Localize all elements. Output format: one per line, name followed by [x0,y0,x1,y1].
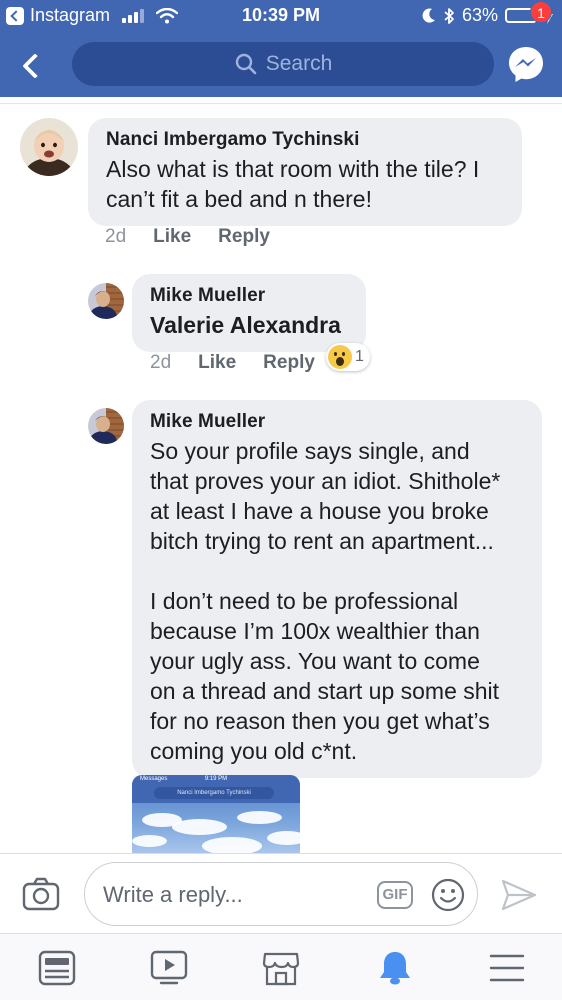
comment-line: can’t fit a bed and n there! [106,186,372,212]
comment-line: that proves your an idiot. Shithole* [150,468,501,494]
comment-bubble[interactable]: Mike Mueller Valerie Alexandra [132,274,366,352]
gif-button[interactable]: GIF [377,881,413,909]
send-icon[interactable] [500,878,538,912]
comment-line: because I’m 100x wealthier than [150,618,480,644]
comment-actions: 2d Like Reply [150,352,342,374]
comment-line: coming you old c*nt. [150,738,358,764]
comment-timestamp: 2d [105,226,127,247]
watch-icon[interactable] [150,950,188,986]
nav-row: Search [0,36,562,94]
comment-line: at least I have a house you broke [150,498,489,524]
moon-icon [422,8,435,23]
comment-author[interactable]: Mike Mueller [150,285,348,307]
reply-composer: Write a reply... GIF [0,853,562,933]
avatar[interactable] [20,118,78,176]
comment-text: Also what is that room with the tile? I … [106,154,504,214]
reaction-summary[interactable]: 1 [326,343,370,371]
comment-text: So your profile says single, and that pr… [150,436,524,766]
emoji-icon[interactable] [431,878,465,912]
camera-icon[interactable] [22,876,60,912]
comment-line: for no reason then you get what’s [150,708,490,734]
wow-reaction-icon [328,345,352,369]
tab-bar [0,933,562,1000]
notifications-icon[interactable] [376,950,414,986]
back-button[interactable] [18,50,48,80]
search-placeholder: Search [265,52,333,75]
comment-line: bitch trying to rent an apartment... [150,528,494,554]
comment-line [150,556,524,586]
reply-button[interactable]: Reply [218,226,270,248]
comment-bubble[interactable]: Nanci Imbergamo Tychinski Also what is t… [88,118,522,226]
marketplace-icon[interactable] [262,950,300,986]
comment-author[interactable]: Nanci Imbergamo Tychinski [106,129,504,151]
tagged-user[interactable]: Valerie Alexandra [150,310,348,340]
messenger-icon[interactable] [506,44,546,84]
menu-icon[interactable] [488,950,526,986]
top-bar: Instagram 10:39 PM 63% Search [0,0,562,97]
like-button[interactable]: Like [153,226,191,248]
reply-input[interactable]: Write a reply... GIF [84,862,478,926]
comment-timestamp: 2d [150,352,172,373]
status-bar: Instagram 10:39 PM 63% [0,0,562,32]
search-input[interactable]: Search [72,42,494,86]
attachment-status-time: 9:19 PM [204,776,228,782]
bluetooth-icon [444,7,454,24]
reply-button[interactable]: Reply [263,352,315,374]
messenger-badge: 1 [530,1,552,23]
battery-percent: 63% [461,5,498,25]
attachment-search: Nanci Imbergamo Tychinski [154,787,274,799]
comment-line: on a thread and start up some shit [150,678,500,704]
reaction-count: 1 [355,348,364,365]
attached-screenshot[interactable]: Messages 9:19 PM Nanci Imbergamo Tychins… [132,775,300,853]
avatar[interactable] [88,408,124,444]
divider [0,103,562,104]
attachment-header: Messages 9:19 PM Nanci Imbergamo Tychins… [132,775,300,803]
comment-line: your ugly ass. You want to come [150,648,480,674]
like-button[interactable]: Like [198,352,236,374]
comment-line: So your profile says single, and [150,438,470,464]
news-feed-icon[interactable] [38,950,76,986]
comment-bubble[interactable]: Mike Mueller So your profile says single… [132,400,542,778]
avatar[interactable] [88,283,124,319]
comment-line: Also what is that room with the tile? I [106,156,480,182]
search-icon [235,53,257,75]
reply-placeholder: Write a reply... [103,882,243,907]
comment-line: I don’t need to be professional [150,588,459,614]
comment-author[interactable]: Mike Mueller [150,411,524,433]
comment-actions: 2d Like Reply [105,226,297,248]
